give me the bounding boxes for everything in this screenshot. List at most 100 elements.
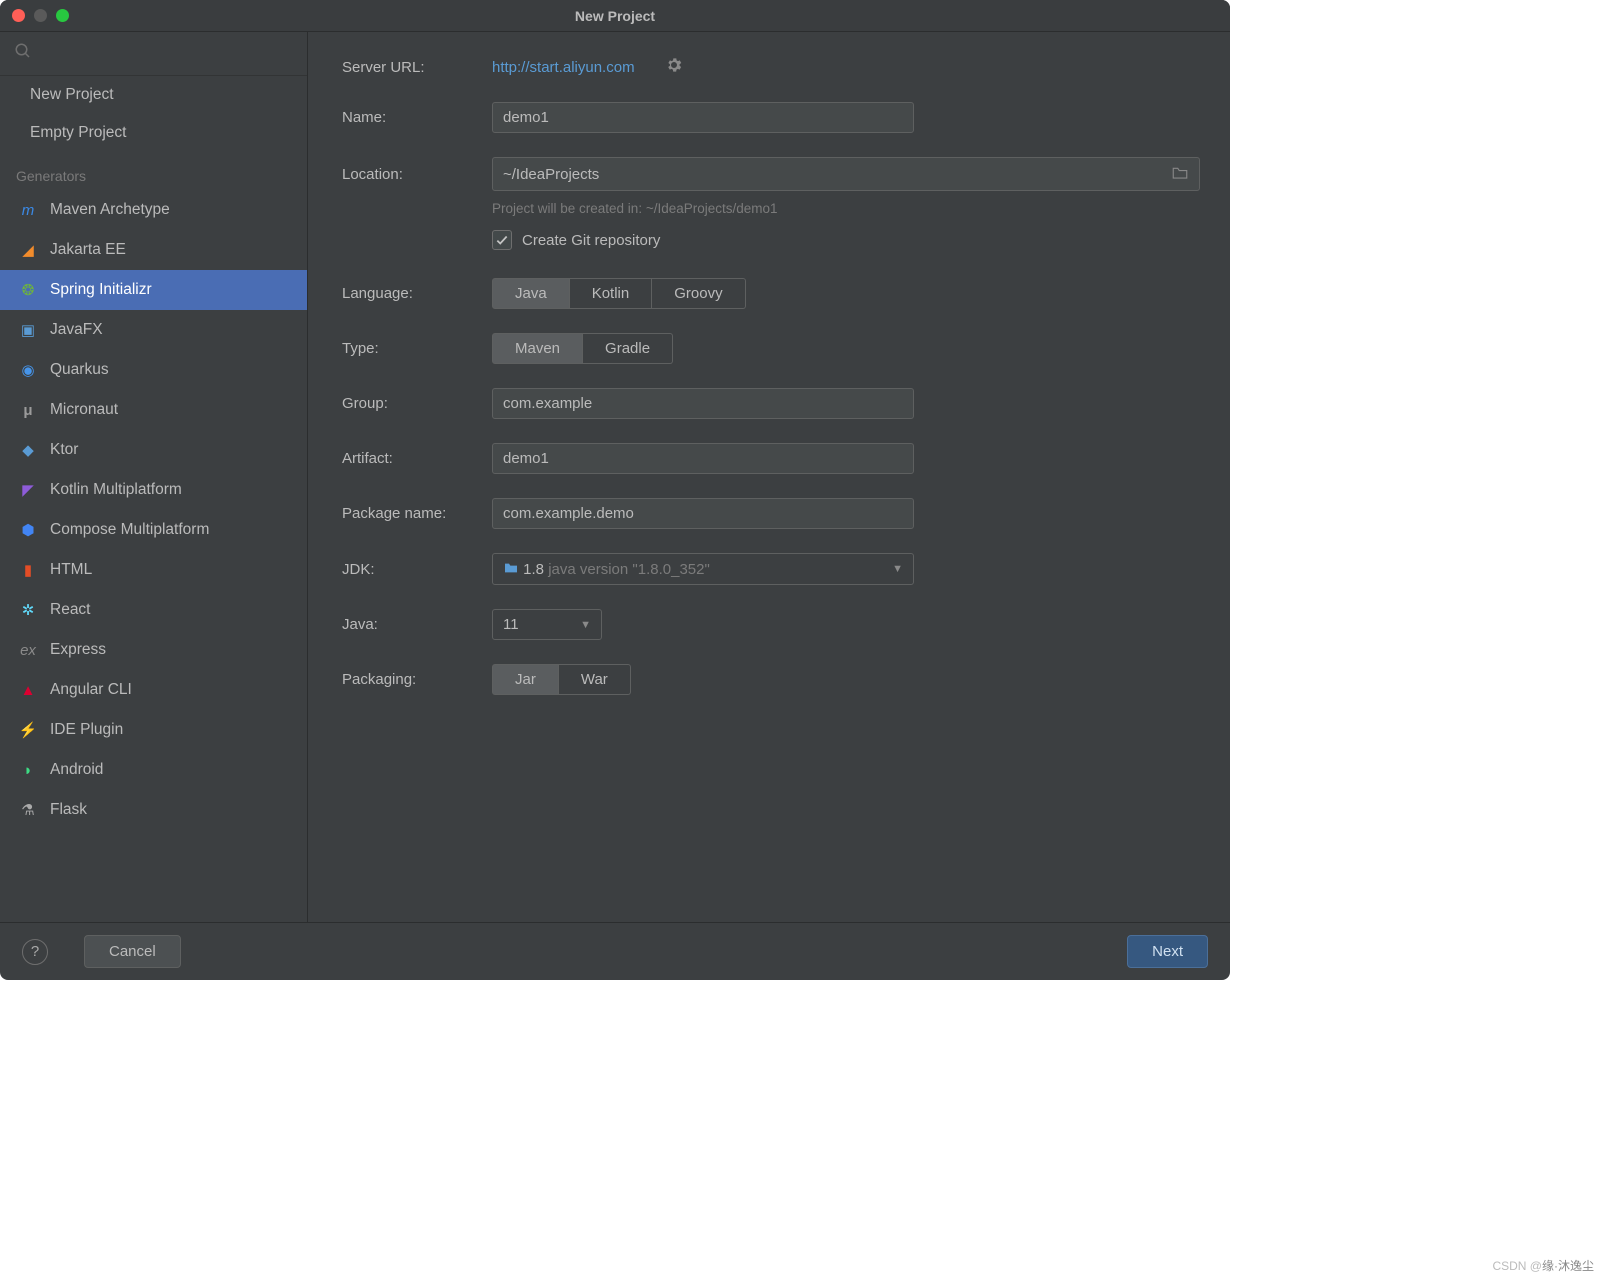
packaging-option-jar[interactable]: Jar	[492, 664, 559, 695]
sidebar-item-label: Quarkus	[50, 361, 109, 379]
chevron-down-icon: ▼	[892, 563, 903, 575]
spring-initializr-icon: ❂	[18, 280, 38, 300]
kotlin-multiplatform-icon: ◤	[18, 480, 38, 500]
window-title: New Project	[575, 8, 655, 24]
jdk-label: JDK:	[342, 561, 492, 578]
sidebar-item-micronaut[interactable]: μ Micronaut	[0, 390, 307, 430]
sidebar-item-label: JavaFX	[50, 321, 103, 339]
create-git-checkbox[interactable]	[492, 230, 512, 250]
location-hint: Project will be created in: ~/IdeaProjec…	[492, 201, 1200, 216]
sidebar-item-label: Ktor	[50, 441, 78, 459]
search-icon	[14, 44, 32, 64]
jdk-dropdown[interactable]: 1.8 java version "1.8.0_352" ▼	[492, 553, 914, 585]
server-url-label: Server URL:	[342, 59, 492, 76]
packaging-segment: JarWar	[492, 664, 631, 695]
angular-cli-icon: ▲	[18, 680, 38, 700]
language-option-groovy[interactable]: Groovy	[652, 278, 745, 309]
sidebar-item-spring-initializr[interactable]: ❂ Spring Initializr	[0, 270, 307, 310]
window-close[interactable]	[12, 9, 25, 22]
sidebar-item-label: Maven Archetype	[50, 201, 170, 219]
watermark: CSDN @缘·沐逸尘	[1492, 1257, 1594, 1274]
sidebar-item-quarkus[interactable]: ◉ Quarkus	[0, 350, 307, 390]
window-maximize[interactable]	[56, 9, 69, 22]
package-field[interactable]: com.example.demo	[492, 498, 914, 529]
location-value: ~/IdeaProjects	[503, 166, 599, 183]
sidebar-item-label: React	[50, 601, 91, 619]
sidebar-item-angular-cli[interactable]: ▲ Angular CLI	[0, 670, 307, 710]
name-label: Name:	[342, 109, 492, 126]
group-field[interactable]: com.example	[492, 388, 914, 419]
name-field[interactable]: demo1	[492, 102, 914, 133]
express-icon: ex	[18, 640, 38, 660]
create-git-label: Create Git repository	[522, 232, 660, 249]
sidebar-item-flask[interactable]: ⚗ Flask	[0, 790, 307, 830]
sidebar-item-maven-archetype[interactable]: m Maven Archetype	[0, 190, 307, 230]
artifact-field[interactable]: demo1	[492, 443, 914, 474]
location-field[interactable]: ~/IdeaProjects	[492, 157, 1200, 191]
generators-header: Generators	[0, 152, 307, 190]
group-label: Group:	[342, 395, 492, 412]
sidebar-item-kotlin-multiplatform[interactable]: ◤ Kotlin Multiplatform	[0, 470, 307, 510]
sidebar-item-label: HTML	[50, 561, 92, 579]
sidebar-item-label: Flask	[50, 801, 87, 819]
sidebar-item-new-project[interactable]: New Project	[0, 76, 307, 114]
search-input[interactable]	[0, 32, 307, 76]
sidebar-item-react[interactable]: ✲ React	[0, 590, 307, 630]
sidebar-item-label: Angular CLI	[50, 681, 132, 699]
sidebar-item-jakarta-ee[interactable]: ◢ Jakarta EE	[0, 230, 307, 270]
jakarta-ee-icon: ◢	[18, 240, 38, 260]
sidebar-item-html[interactable]: ▮HTML	[0, 550, 307, 590]
sidebar-item-javafx[interactable]: ▣ JavaFX	[0, 310, 307, 350]
sidebar-item-compose-multiplatform[interactable]: ⬢Compose Multiplatform	[0, 510, 307, 550]
ktor-icon: ◆	[18, 440, 38, 460]
packaging-label: Packaging:	[342, 671, 492, 688]
type-option-maven[interactable]: Maven	[492, 333, 583, 364]
sidebar-item-label: Kotlin Multiplatform	[50, 481, 182, 499]
cancel-button[interactable]: Cancel	[84, 935, 181, 968]
jdk-value: 1.8	[523, 561, 544, 578]
sidebar-item-label: Android	[50, 761, 103, 779]
java-value: 11	[503, 616, 519, 633]
package-label: Package name:	[342, 505, 492, 522]
type-segment: MavenGradle	[492, 333, 673, 364]
sidebar-item-label: Jakarta EE	[50, 241, 126, 259]
flask-icon: ⚗	[18, 800, 38, 820]
sidebar-item-empty-project[interactable]: Empty Project	[0, 114, 307, 152]
micronaut-icon: μ	[18, 400, 38, 420]
quarkus-icon: ◉	[18, 360, 38, 380]
packaging-option-war[interactable]: War	[559, 664, 631, 695]
sidebar-item-label: Spring Initializr	[50, 281, 152, 299]
language-option-kotlin[interactable]: Kotlin	[570, 278, 653, 309]
sidebar-item-label: Micronaut	[50, 401, 118, 419]
sidebar-item-ktor[interactable]: ◆ Ktor	[0, 430, 307, 470]
folder-icon	[503, 561, 523, 578]
titlebar: New Project	[0, 0, 1230, 32]
sidebar: New ProjectEmpty Project Generators m Mav…	[0, 32, 308, 922]
footer: ? Cancel Next	[0, 922, 1230, 980]
help-button[interactable]: ?	[22, 939, 48, 965]
java-dropdown[interactable]: 11 ▼	[492, 609, 602, 640]
artifact-label: Artifact:	[342, 450, 492, 467]
gear-icon[interactable]	[665, 56, 683, 78]
ide-plugin-icon: ⚡	[18, 720, 38, 740]
type-label: Type:	[342, 340, 492, 357]
sidebar-item-label: IDE Plugin	[50, 721, 123, 739]
javafx-icon: ▣	[18, 320, 38, 340]
sidebar-item-android[interactable]: ◗ Android	[0, 750, 307, 790]
language-label: Language:	[342, 285, 492, 302]
folder-icon[interactable]	[1171, 164, 1189, 184]
window-minimize[interactable]	[34, 9, 47, 22]
maven-archetype-icon: m	[18, 200, 38, 220]
sidebar-item-express[interactable]: exExpress	[0, 630, 307, 670]
language-segment: JavaKotlinGroovy	[492, 278, 746, 309]
server-url-link[interactable]: http://start.aliyun.com	[492, 59, 635, 76]
type-option-gradle[interactable]: Gradle	[583, 333, 673, 364]
sidebar-item-ide-plugin[interactable]: ⚡ IDE Plugin	[0, 710, 307, 750]
sidebar-item-label: Compose Multiplatform	[50, 521, 209, 539]
next-button[interactable]: Next	[1127, 935, 1208, 968]
android-icon: ◗	[18, 760, 38, 780]
language-option-java[interactable]: Java	[492, 278, 570, 309]
react-icon: ✲	[18, 600, 38, 620]
chevron-down-icon: ▼	[580, 619, 591, 631]
jdk-detail: java version "1.8.0_352"	[548, 561, 710, 578]
